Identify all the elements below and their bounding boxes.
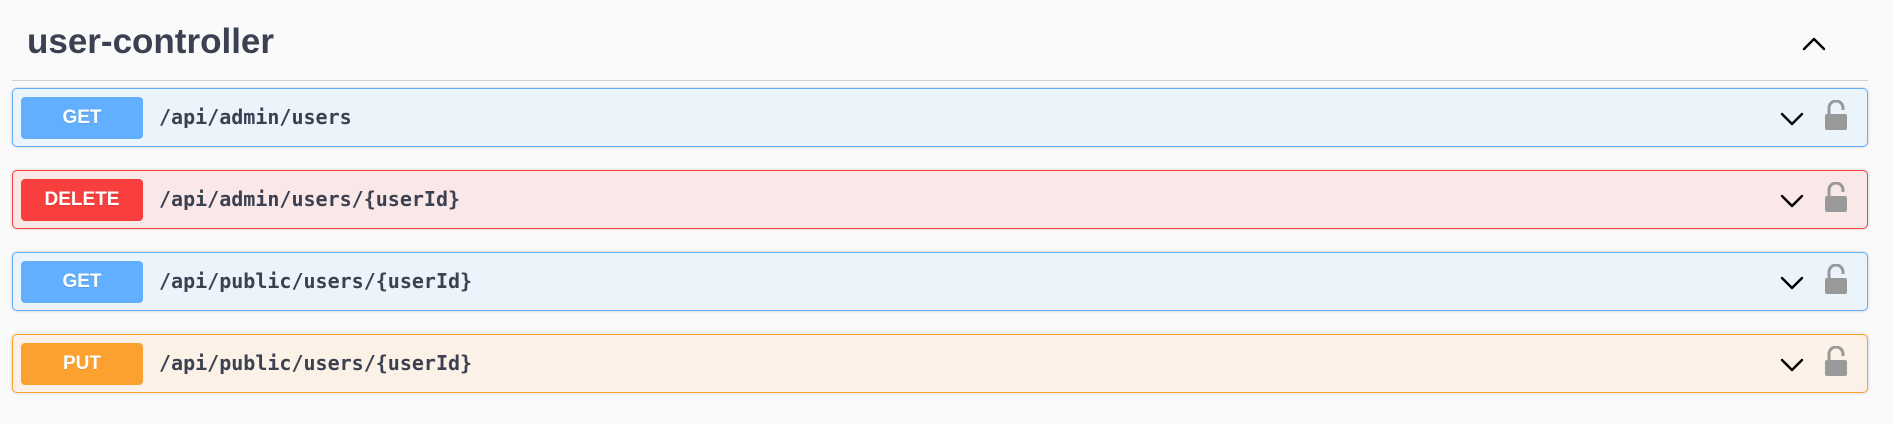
chevron-up-icon[interactable]	[1796, 26, 1832, 62]
operation-path: /api/admin/users/{userId}	[159, 187, 461, 211]
method-badge: DELETE	[21, 179, 143, 221]
chevron-down-icon[interactable]	[1777, 268, 1807, 298]
chevron-down-icon[interactable]	[1777, 186, 1807, 216]
lock-icon[interactable]	[1823, 181, 1849, 214]
lock-icon[interactable]	[1823, 263, 1849, 296]
method-badge: PUT	[21, 343, 143, 385]
chevron-down-icon[interactable]	[1777, 350, 1807, 380]
operations-list: GET /api/admin/users DELETE /api/admin/u…	[12, 88, 1868, 416]
tag-title[interactable]: user-controller	[27, 22, 274, 62]
method-badge: GET	[21, 97, 143, 139]
operation-path: /api/public/users/{userId}	[159, 269, 473, 293]
operation-get-admin-users[interactable]: GET /api/admin/users	[12, 88, 1868, 147]
lock-icon[interactable]	[1823, 345, 1849, 378]
operation-delete-admin-user[interactable]: DELETE /api/admin/users/{userId}	[12, 170, 1868, 229]
tag-section: user-controller GET /api/admin/users DEL…	[12, 0, 1868, 393]
operation-put-public-user[interactable]: PUT /api/public/users/{userId}	[12, 334, 1868, 393]
method-badge: GET	[21, 261, 143, 303]
operation-get-public-user[interactable]: GET /api/public/users/{userId}	[12, 252, 1868, 311]
tag-header[interactable]: user-controller	[12, 0, 1868, 81]
lock-icon[interactable]	[1823, 99, 1849, 132]
operation-path: /api/public/users/{userId}	[159, 351, 473, 375]
chevron-down-icon[interactable]	[1777, 104, 1807, 134]
operation-path: /api/admin/users	[159, 105, 352, 129]
